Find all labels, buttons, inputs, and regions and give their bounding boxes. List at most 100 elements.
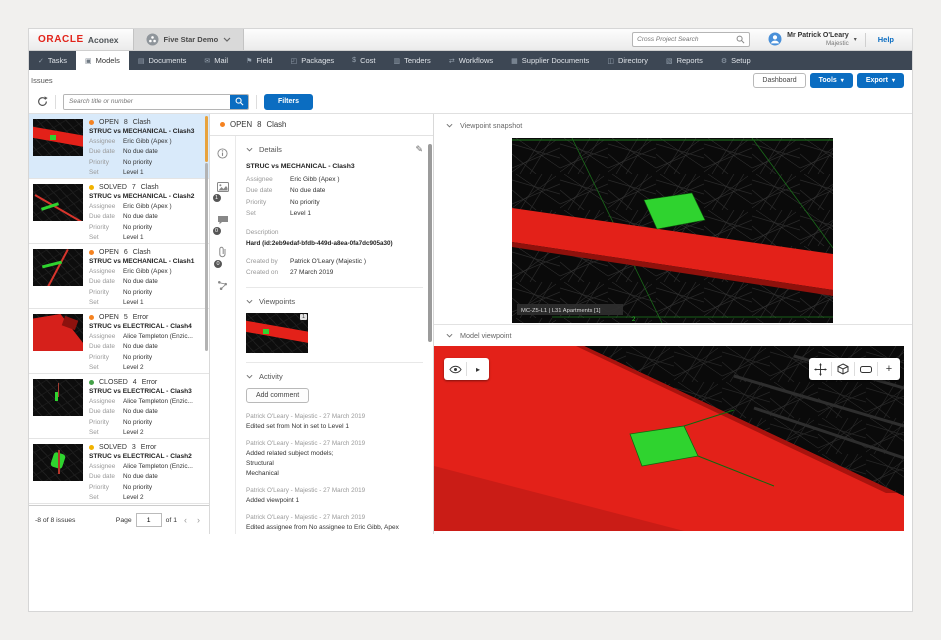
details-section-header[interactable]: Details ✎ bbox=[246, 144, 423, 155]
page-header: Issues Dashboard Tools▾ Export▾ bbox=[29, 70, 912, 90]
chevron-down-icon bbox=[246, 299, 253, 304]
model-viewpoint-label: Model viewpoint bbox=[460, 331, 512, 340]
pagination-bar: -8 of 8 issues Page of 1 ‹ › bbox=[29, 505, 209, 534]
activity-meta: Patrick O'Leary - Majestic - 27 March 20… bbox=[246, 440, 423, 447]
section-divider bbox=[246, 362, 423, 363]
scrollbar-thumb[interactable] bbox=[205, 163, 208, 351]
detail-header: OPEN 8 Clash bbox=[210, 114, 433, 136]
issue-number: 4 bbox=[133, 379, 137, 386]
assignee-label: Assignee bbox=[89, 202, 123, 212]
issue-list-item[interactable]: OPEN 6 Clash STRUC vs MECHANICAL - Clash… bbox=[29, 244, 209, 309]
nav-tab[interactable]: ▣ Models bbox=[76, 51, 129, 70]
help-link[interactable]: Help bbox=[865, 33, 906, 47]
tools-button[interactable]: Tools▾ bbox=[810, 73, 853, 88]
chevron-down-icon bbox=[223, 37, 231, 42]
comments-tab[interactable]: 0 bbox=[217, 212, 229, 230]
issue-search-button[interactable] bbox=[230, 95, 248, 109]
info-tab[interactable] bbox=[217, 146, 228, 164]
priority-value: No priority bbox=[123, 418, 152, 428]
due-date-value: No due date bbox=[123, 277, 158, 287]
prev-page-button[interactable]: ‹ bbox=[181, 515, 190, 525]
model-viewpoint-header[interactable]: Model viewpoint bbox=[434, 324, 912, 346]
user-organization: Majestic bbox=[787, 40, 849, 47]
detail-type: Clash bbox=[266, 120, 286, 129]
nav-tab[interactable]: ▦ Supplier Documents bbox=[502, 51, 598, 70]
nav-tab-icon: ⚙ bbox=[721, 57, 727, 65]
viewpoint-thumbnail[interactable]: 1 bbox=[246, 313, 308, 353]
attachments-tab[interactable]: 0 bbox=[218, 245, 227, 263]
edit-icon[interactable]: ✎ bbox=[415, 144, 423, 155]
page-number-input[interactable] bbox=[136, 513, 162, 527]
issue-title: STRUC vs ELECTRICAL - Clash2 bbox=[89, 453, 205, 460]
issue-list-item[interactable]: OPEN 5 Error STRUC vs ELECTRICAL - Clash… bbox=[29, 309, 209, 374]
nav-tab[interactable]: ⇄ Workflows bbox=[440, 51, 502, 70]
issue-list-item[interactable]: CLOSED 4 Error STRUC vs ELECTRICAL - Cla… bbox=[29, 374, 209, 439]
assignee-label: Assignee bbox=[89, 397, 123, 407]
nav-tab-label: Field bbox=[256, 56, 272, 65]
nav-tab[interactable]: ✉ Mail bbox=[195, 51, 237, 70]
nav-tab[interactable]: ⚙ Setup bbox=[712, 51, 760, 70]
nav-tab[interactable]: ▤ Documents bbox=[129, 51, 196, 70]
assignee-label: Assignee bbox=[89, 462, 123, 472]
due-date-label: Due date bbox=[246, 185, 290, 196]
nav-tab[interactable]: ▧ Reports bbox=[657, 51, 712, 70]
refresh-button[interactable] bbox=[37, 96, 48, 107]
nav-tab-label: Setup bbox=[731, 56, 751, 65]
due-date-label: Due date bbox=[89, 212, 123, 222]
pan-tool-button[interactable] bbox=[809, 358, 831, 380]
export-button[interactable]: Export▾ bbox=[857, 73, 904, 88]
chevron-down-icon bbox=[246, 147, 253, 152]
project-selector[interactable]: Five Star Demo bbox=[133, 29, 245, 50]
page-label: Page bbox=[116, 517, 132, 524]
nav-tab[interactable]: ◫ Directory bbox=[598, 51, 657, 70]
description-label: Description bbox=[246, 229, 423, 236]
issue-list-item[interactable]: SOLVED 7 Clash STRUC vs MECHANICAL - Cla… bbox=[29, 179, 209, 244]
dashboard-button[interactable]: Dashboard bbox=[753, 73, 805, 88]
issue-list-item[interactable]: OPEN 8 Clash STRUC vs MECHANICAL - Clash… bbox=[29, 114, 209, 179]
viewpoints-section-header[interactable]: Viewpoints bbox=[246, 297, 423, 306]
status-dot bbox=[220, 122, 225, 127]
viewpoints-tab[interactable]: 1 bbox=[217, 179, 229, 197]
search-icon[interactable] bbox=[736, 35, 745, 44]
nav-tab-icon: ✉ bbox=[204, 57, 210, 65]
viewpoints-section-label: Viewpoints bbox=[259, 297, 295, 306]
assignee-value: Eric Gibb (Apex ) bbox=[123, 267, 172, 277]
viewpoint-number-badge: 1 bbox=[300, 314, 307, 320]
nav-tab-icon: ▤ bbox=[138, 57, 145, 65]
nav-tab[interactable]: $ Cost bbox=[343, 51, 384, 70]
related-models-tab[interactable] bbox=[217, 278, 228, 296]
expand-controls-button[interactable]: ▸ bbox=[467, 358, 489, 380]
detail-scrollbar[interactable] bbox=[428, 144, 432, 342]
nav-tab-icon: ⚑ bbox=[246, 57, 252, 65]
created-on-value: 27 March 2019 bbox=[290, 267, 333, 278]
issue-status-line: OPEN 8 Clash bbox=[89, 119, 205, 126]
add-comment-button[interactable]: Add comment bbox=[246, 388, 309, 403]
viewpoint-snapshot-header[interactable]: Viewpoint snapshot bbox=[434, 114, 912, 136]
user-menu[interactable]: Mr Patrick O'Leary Majestic ▾ bbox=[760, 32, 865, 47]
zoom-in-button[interactable]: + bbox=[878, 358, 900, 380]
nav-tab[interactable]: ✓ Tasks bbox=[29, 51, 76, 70]
issue-status-line: SOLVED 3 Error bbox=[89, 444, 205, 451]
nav-tab[interactable]: ▥ Tenders bbox=[385, 51, 440, 70]
snapshot-caption: MC-Z5-L1 | L31 Apartments [1] bbox=[521, 308, 601, 314]
issue-search-input[interactable] bbox=[64, 95, 230, 109]
comment-icon bbox=[217, 215, 229, 225]
visibility-button[interactable] bbox=[444, 358, 466, 380]
issue-list-scrollbar[interactable] bbox=[205, 116, 208, 351]
issue-thumbnail bbox=[33, 249, 83, 286]
nav-tab[interactable]: ⚑ Field bbox=[237, 51, 282, 70]
zoom-out-button[interactable] bbox=[855, 358, 877, 380]
nav-tab[interactable]: ◰ Packages bbox=[282, 51, 344, 70]
main-content: OPEN 8 Clash STRUC vs MECHANICAL - Clash… bbox=[29, 113, 912, 534]
nav-tab-label: Models bbox=[96, 56, 120, 65]
filters-button[interactable]: Filters bbox=[264, 94, 313, 110]
status-dot bbox=[89, 315, 94, 320]
issue-list-item[interactable]: SOLVED 3 Error STRUC vs ELECTRICAL - Cla… bbox=[29, 439, 209, 504]
model-viewpoint-area[interactable]: ▸ + bbox=[434, 346, 912, 533]
activity-section-header[interactable]: Activity bbox=[246, 372, 423, 381]
next-page-button[interactable]: › bbox=[194, 515, 203, 525]
project-avatar bbox=[146, 33, 159, 46]
toolbar-divider bbox=[55, 95, 56, 109]
orbit-tool-button[interactable] bbox=[832, 358, 854, 380]
cross-project-search-input[interactable] bbox=[637, 36, 736, 43]
